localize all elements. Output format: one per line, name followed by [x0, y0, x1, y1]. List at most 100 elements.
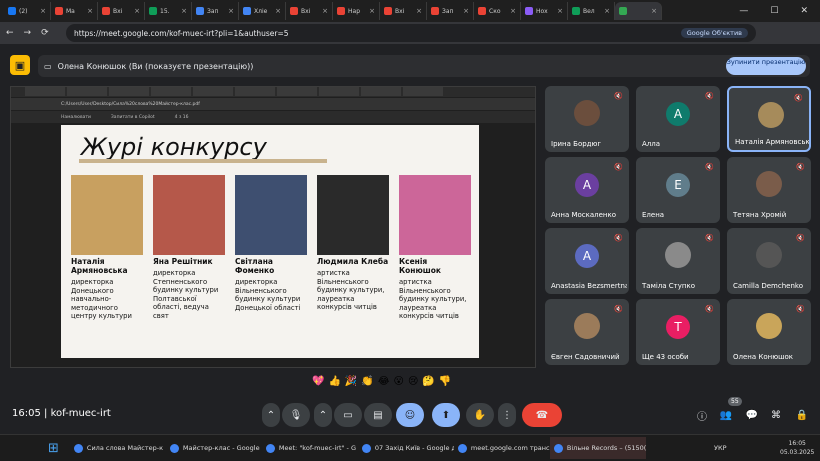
taskbar-item[interactable]: 07 Захід Київ - Google д — [358, 437, 454, 459]
participant-tile[interactable]: 🔇 Тетяна Хромій — [727, 157, 811, 223]
raise-hand-button[interactable]: ✋ — [466, 403, 494, 427]
tab-title: Зап — [442, 7, 454, 15]
tab-favicon-icon — [337, 7, 345, 15]
google-lens-button[interactable]: Google Об'єктив — [680, 28, 748, 38]
reload-icon[interactable]: ⟳ — [41, 28, 49, 38]
maximize-icon[interactable]: ☐ — [770, 6, 778, 16]
stop-presenting-button[interactable]: Зупинити презентацію — [726, 57, 806, 75]
tab-close-icon[interactable]: × — [134, 7, 140, 15]
browser-tab[interactable]: × — [615, 2, 662, 20]
browser-tab[interactable]: Вел × — [568, 2, 615, 20]
taskbar-item[interactable]: Вільне Records – (5150( — [550, 437, 646, 459]
participant-name: Олена Конюшок — [733, 353, 794, 361]
present-button[interactable]: ⬆ — [432, 403, 460, 427]
browser-tab[interactable]: Ма × — [51, 2, 98, 20]
tab-close-icon[interactable]: × — [181, 7, 187, 15]
reaction-emoji[interactable]: 👍 — [328, 376, 340, 387]
browser-tab[interactable]: Вхі × — [98, 2, 145, 20]
browser-tab[interactable]: 15. × — [145, 2, 192, 20]
participant-tile[interactable]: 🔇 Олена Конюшок — [727, 299, 811, 365]
muted-mic-icon: 🔇 — [614, 305, 623, 313]
tab-close-icon[interactable]: × — [40, 7, 46, 15]
more-options-icon[interactable]: ⋮ — [498, 403, 516, 427]
tab-close-icon[interactable]: × — [604, 7, 610, 15]
tab-close-icon[interactable]: × — [416, 7, 422, 15]
windows-start-icon[interactable]: ⊞ — [48, 441, 59, 456]
participant-tile[interactable]: 🔇 Camilla Demchenko — [727, 228, 811, 294]
url-bar[interactable]: https://meet.google.com/kof-muec-irt?pli… — [66, 24, 756, 42]
shared-tab — [277, 87, 317, 96]
tab-title: Ма — [66, 7, 75, 15]
tab-close-icon[interactable]: × — [228, 7, 234, 15]
participant-tile[interactable]: A 🔇 Анна Москаленко — [545, 157, 629, 223]
participant-tile[interactable]: 🔇 Євген Садовничий — [545, 299, 629, 365]
shared-screen: C:/Users/User/Desktop/Сила%20слова%20Май… — [10, 86, 536, 368]
video-options-icon[interactable]: ⌃ — [314, 403, 332, 427]
camera-button[interactable]: ▭ — [334, 403, 362, 427]
browser-tab[interactable]: Нар × — [333, 2, 380, 20]
tab-close-icon[interactable]: × — [463, 7, 469, 15]
audio-options-icon[interactable]: ⌃ — [262, 403, 280, 427]
back-icon[interactable]: ← — [6, 28, 14, 38]
taskbar-item[interactable]: Сила слова Майстер-к — [70, 437, 166, 459]
taskbar-item[interactable]: Майстер-клас - Google — [166, 437, 262, 459]
minimize-icon[interactable]: — — [739, 6, 748, 16]
participant-tile[interactable]: 🔇 Таміла Ступко — [636, 228, 720, 294]
presenter-label: Олена Конюшок (Ви (показуєте презентацію… — [57, 61, 254, 71]
browser-tab[interactable]: Ско × — [474, 2, 521, 20]
reaction-emoji[interactable]: 👏 — [361, 376, 373, 387]
language-indicator[interactable]: УКР — [714, 444, 727, 452]
taskbar-item[interactable]: meet.google.com транс — [454, 437, 550, 459]
people-icon[interactable]: 👥 — [712, 403, 740, 427]
tab-close-icon[interactable]: × — [275, 7, 281, 15]
captions-button[interactable]: ▤ — [364, 403, 392, 427]
leave-call-button[interactable]: ☎ — [522, 403, 562, 427]
participant-avatar — [758, 102, 784, 128]
reaction-emoji[interactable]: 😂 — [378, 376, 390, 387]
tab-favicon-icon — [102, 7, 110, 15]
tab-close-icon[interactable]: × — [369, 7, 375, 15]
browser-tab[interactable]: Зап × — [192, 2, 239, 20]
reaction-emoji[interactable]: 👎 — [439, 376, 451, 387]
participant-tile[interactable]: A 🔇 Anastasia Bezsmertna — [545, 228, 629, 294]
tab-favicon-icon — [290, 7, 298, 15]
browser-tab[interactable]: Хліе × — [239, 2, 286, 20]
host-controls-icon[interactable]: 🔒 — [788, 403, 816, 427]
presenting-banner: ▭ Олена Конюшок (Ви (показуєте презентац… — [38, 55, 810, 77]
emoji-button[interactable]: ☺ — [396, 403, 424, 427]
participant-avatar: A — [575, 173, 599, 197]
participant-tile[interactable]: E 🔇 Елена — [636, 157, 720, 223]
tab-close-icon[interactable]: × — [322, 7, 328, 15]
close-icon[interactable]: ✕ — [800, 6, 808, 16]
browser-tab[interactable]: (2) × — [4, 2, 51, 20]
tab-favicon-icon — [55, 7, 63, 15]
participant-name: Євген Садовничий — [551, 353, 620, 361]
browser-tab[interactable]: Вхі × — [380, 2, 427, 20]
muted-mic-icon: 🔇 — [796, 305, 805, 313]
shared-tab — [319, 87, 359, 96]
forward-icon[interactable]: → — [24, 28, 32, 38]
taskbar-item[interactable]: Meet: "kof-muec-irt" - G — [262, 437, 358, 459]
app-icon — [458, 443, 467, 453]
tab-close-icon[interactable]: × — [651, 7, 657, 15]
browser-tab[interactable]: Вхі × — [286, 2, 333, 20]
reaction-emoji[interactable]: 😮 — [394, 376, 404, 387]
participant-tile[interactable]: 🔇 Ірина Бордюг — [545, 86, 629, 152]
participant-tile[interactable]: T 🔇 Ще 43 особи — [636, 299, 720, 365]
reaction-emoji[interactable]: 💖 — [312, 376, 324, 387]
reaction-emoji[interactable]: 😢 — [408, 376, 418, 387]
app-icon — [266, 443, 275, 453]
activities-icon[interactable]: ⌘ — [762, 403, 790, 427]
microphone-button[interactable]: 🎙 — [282, 403, 310, 427]
tab-favicon-icon — [8, 7, 16, 15]
participant-tile[interactable]: 🔇 Наталія Армяновська — [727, 86, 811, 152]
tab-close-icon[interactable]: × — [510, 7, 516, 15]
browser-tab[interactable]: Нох × — [521, 2, 568, 20]
reaction-emoji[interactable]: 🎉 — [345, 376, 357, 387]
tab-close-icon[interactable]: × — [87, 7, 93, 15]
meet-logo-icon: ▣ — [10, 55, 30, 75]
participant-tile[interactable]: A 🔇 Алла — [636, 86, 720, 152]
tab-close-icon[interactable]: × — [557, 7, 563, 15]
browser-tab[interactable]: Зап × — [427, 2, 474, 20]
reaction-emoji[interactable]: 🤔 — [422, 376, 434, 387]
